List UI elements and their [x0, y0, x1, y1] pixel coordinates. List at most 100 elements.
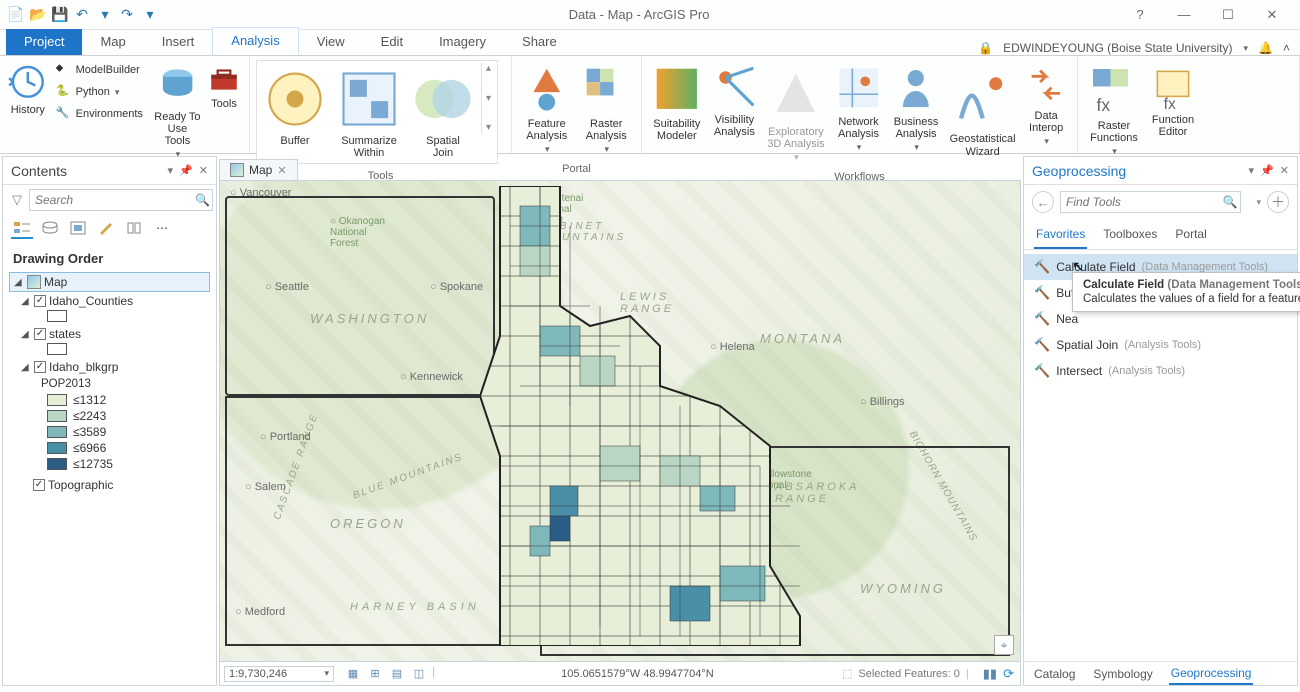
- redo-icon[interactable]: ↷: [119, 7, 135, 23]
- layer-idaho-blkgrp[interactable]: ◢ ✓ Idaho_blkgrp: [9, 358, 210, 376]
- environments-button[interactable]: 🔧Environments: [52, 104, 150, 124]
- list-by-source-icon[interactable]: [39, 219, 61, 239]
- visibility-checkbox[interactable]: ✓: [34, 361, 46, 373]
- navigator-icon[interactable]: ⌖: [994, 635, 1014, 655]
- tab-view[interactable]: View: [299, 29, 363, 55]
- symbol-swatch[interactable]: [47, 310, 67, 322]
- minimize-icon[interactable]: —: [1170, 7, 1198, 22]
- visibility-analysis-button[interactable]: Visibility Analysis: [708, 60, 762, 140]
- new-project-icon[interactable]: 📄: [8, 7, 24, 23]
- layer-idaho-counties[interactable]: ◢ ✓ Idaho_Counties: [9, 292, 210, 310]
- layer-topographic[interactable]: ✓ Topographic: [9, 476, 210, 494]
- raster-functions-button[interactable]: fx Raster Functions▾: [1084, 60, 1144, 159]
- undo-drop-icon[interactable]: ▾: [97, 7, 113, 23]
- suitability-modeler-button[interactable]: Suitability Modeler: [648, 60, 706, 144]
- gp-tab-favorites[interactable]: Favorites: [1034, 223, 1087, 249]
- search-options-icon[interactable]: ▾: [1256, 197, 1261, 208]
- close-icon[interactable]: ✕: [1258, 7, 1286, 23]
- tab-edit[interactable]: Edit: [363, 29, 421, 55]
- back-icon[interactable]: ←: [1032, 191, 1054, 213]
- pause-drawing-icon[interactable]: ▦: [344, 666, 362, 682]
- maximize-icon[interactable]: ☐: [1214, 7, 1242, 23]
- help-icon[interactable]: ?: [1126, 7, 1154, 22]
- legend-item[interactable]: ≤12735: [9, 456, 210, 472]
- bottom-tab-catalog[interactable]: Catalog: [1032, 664, 1077, 684]
- map-view-tab[interactable]: Map ✕: [219, 159, 298, 180]
- list-by-drawing-order-icon[interactable]: [11, 219, 33, 239]
- add-tool-icon[interactable]: ＋: [1267, 191, 1289, 213]
- redo-drop-icon[interactable]: ▾: [142, 7, 158, 23]
- visibility-checkbox[interactable]: ✓: [33, 479, 45, 491]
- tab-insert[interactable]: Insert: [144, 29, 213, 55]
- gp-tab-portal[interactable]: Portal: [1173, 223, 1208, 249]
- options-icon[interactable]: ▾: [168, 164, 174, 177]
- find-tools-input[interactable]: [1060, 191, 1241, 213]
- tab-map[interactable]: Map: [82, 29, 143, 55]
- list-by-snapping-icon[interactable]: [123, 219, 145, 239]
- more-views-icon[interactable]: ⋯: [151, 219, 173, 239]
- tab-share[interactable]: Share: [504, 29, 575, 55]
- snap-icon[interactable]: ⊞: [366, 666, 384, 682]
- gallery-more-icon[interactable]: ▾: [486, 122, 491, 133]
- list-by-editing-icon[interactable]: [95, 219, 117, 239]
- tab-imagery[interactable]: Imagery: [421, 29, 504, 55]
- tools-button[interactable]: Tools: [205, 60, 243, 112]
- collapse-icon[interactable]: ◢: [21, 329, 31, 340]
- options-icon[interactable]: ▾: [1249, 164, 1255, 177]
- exploratory-3d-button[interactable]: Exploratory 3D Analysis▾: [763, 60, 829, 165]
- pause-icon[interactable]: ▮▮: [983, 666, 997, 682]
- tab-project[interactable]: Project: [6, 29, 82, 55]
- tab-analysis[interactable]: Analysis: [212, 27, 298, 55]
- raster-analysis-button[interactable]: Raster Analysis▾: [578, 60, 636, 157]
- toc-map-frame[interactable]: ◢ Map: [9, 272, 210, 292]
- legend-item[interactable]: ≤6966: [9, 440, 210, 456]
- close-tab-icon[interactable]: ✕: [277, 164, 286, 177]
- spatial-join-button[interactable]: Spatial Join: [407, 63, 479, 161]
- geostatistical-wizard-button[interactable]: Geostatistical Wizard: [946, 60, 1019, 160]
- feature-analysis-button[interactable]: Feature Analysis▾: [518, 60, 576, 157]
- selected-features-label[interactable]: Selected Features: 0: [858, 668, 960, 680]
- modelbuilder-button[interactable]: ⬥ModelBuilder: [52, 60, 150, 80]
- close-pane-icon[interactable]: ✕: [199, 164, 208, 177]
- scale-input[interactable]: 1:9,730,246▾: [224, 666, 334, 682]
- data-interop-button[interactable]: Data Interop▾: [1021, 60, 1071, 149]
- buffer-button[interactable]: Buffer: [259, 63, 331, 149]
- save-icon[interactable]: 💾: [52, 7, 68, 23]
- open-project-icon[interactable]: 📂: [30, 7, 46, 23]
- ready-to-use-button[interactable]: Ready To Use Tools ▾: [152, 60, 203, 162]
- history-button[interactable]: History: [6, 60, 50, 118]
- filter-icon[interactable]: ▽: [9, 192, 25, 208]
- list-by-selection-icon[interactable]: [67, 219, 89, 239]
- close-pane-icon[interactable]: ✕: [1280, 164, 1289, 177]
- collapse-icon[interactable]: ◢: [21, 362, 31, 373]
- undo-icon[interactable]: ↶: [74, 7, 90, 23]
- symbol-swatch[interactable]: [47, 343, 67, 355]
- collapse-icon[interactable]: ◢: [21, 296, 31, 307]
- bottom-tab-symbology[interactable]: Symbology: [1091, 664, 1154, 684]
- pin-icon[interactable]: 📌: [179, 164, 193, 177]
- gp-tab-toolboxes[interactable]: Toolboxes: [1101, 223, 1159, 249]
- legend-item[interactable]: ≤2243: [9, 408, 210, 424]
- collapse-ribbon-icon[interactable]: ˄: [1283, 41, 1290, 55]
- gallery-down-icon[interactable]: ▾: [486, 93, 491, 104]
- summarize-within-button[interactable]: Summarize Within: [333, 63, 405, 161]
- contents-search-input[interactable]: [29, 189, 213, 211]
- pin-icon[interactable]: 📌: [1260, 164, 1274, 177]
- constraints-icon[interactable]: ◫: [410, 666, 428, 682]
- map-canvas[interactable]: WASHINGTON OREGON MONTANA WYOMING LEWIS …: [219, 180, 1021, 662]
- notifications-icon[interactable]: 🔔: [1258, 41, 1273, 55]
- user-drop-icon[interactable]: ▾: [1244, 43, 1249, 54]
- collapse-icon[interactable]: ◢: [14, 277, 24, 288]
- function-editor-button[interactable]: fx Function Editor: [1146, 60, 1200, 140]
- visibility-checkbox[interactable]: ✓: [34, 328, 46, 340]
- business-analysis-button[interactable]: Business Analysis▾: [888, 60, 944, 155]
- legend-item[interactable]: ≤3589: [9, 424, 210, 440]
- visibility-checkbox[interactable]: ✓: [34, 295, 46, 307]
- bottom-tab-geoprocessing[interactable]: Geoprocessing: [1169, 663, 1254, 685]
- refresh-icon[interactable]: ⟳: [1003, 666, 1014, 682]
- user-name[interactable]: EDWINDEYOUNG (Boise State University): [1003, 41, 1232, 55]
- favorite-tool[interactable]: 🔨Spatial Join (Analysis Tools): [1024, 332, 1297, 358]
- gallery-up-icon[interactable]: ▴: [486, 63, 491, 74]
- legend-item[interactable]: ≤1312: [9, 392, 210, 408]
- python-button[interactable]: 🐍Python▾: [52, 82, 150, 102]
